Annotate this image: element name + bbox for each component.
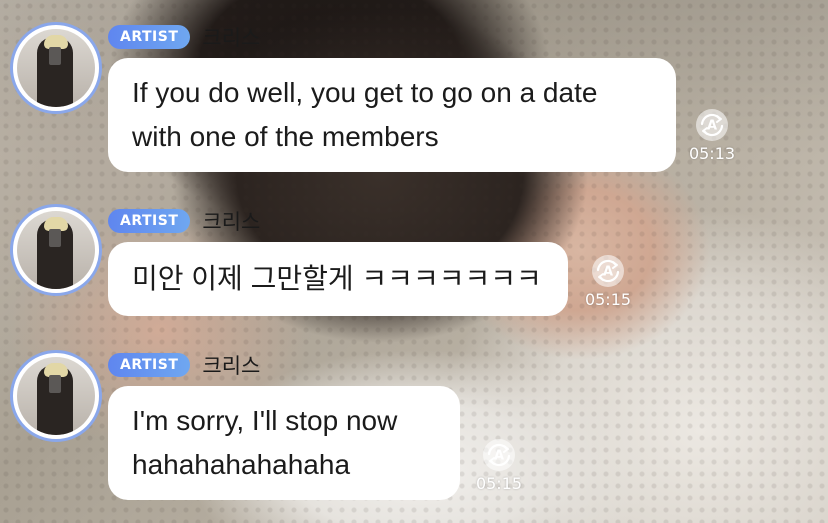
avatar-image — [17, 211, 95, 289]
message-bubble[interactable]: I'm sorry, I'll stop now hahahahahahaha — [108, 386, 460, 500]
message-meta: A 05:15 — [469, 438, 529, 493]
artist-badge: ARTIST — [108, 353, 191, 377]
message-meta: A 05:13 — [682, 108, 742, 163]
message-time: 05:13 — [688, 144, 736, 163]
message-bubble[interactable]: 미안 이제 그만할게 ㅋㅋㅋㅋㅋㅋㅋ — [108, 242, 568, 316]
svg-text:A: A — [707, 119, 717, 134]
sender-name[interactable]: 크리스 — [202, 350, 260, 380]
avatar-image — [17, 29, 95, 107]
message-bubble[interactable]: If you do well, you get to go on a date … — [108, 58, 676, 172]
translate-icon[interactable]: A — [591, 254, 625, 288]
avatar-phone — [49, 375, 61, 393]
message-meta: A 05:15 — [578, 254, 638, 309]
message-header: ARTIST 크리스 — [108, 22, 260, 52]
avatar-phone — [49, 47, 61, 65]
sender-name[interactable]: 크리스 — [202, 206, 260, 236]
message-text: I'm sorry, I'll stop now hahahahahahaha — [132, 405, 398, 480]
avatar[interactable] — [10, 204, 102, 296]
translate-icon[interactable]: A — [482, 438, 516, 472]
artist-badge: ARTIST — [108, 25, 191, 49]
message-text: 미안 이제 그만할게 ㅋㅋㅋㅋㅋㅋㅋ — [132, 263, 542, 294]
sender-name[interactable]: 크리스 — [202, 22, 260, 52]
svg-text:A: A — [603, 265, 613, 280]
avatar[interactable] — [10, 350, 102, 442]
svg-text:A: A — [494, 449, 504, 464]
avatar[interactable] — [10, 22, 102, 114]
avatar-phone — [49, 229, 61, 247]
artist-badge: ARTIST — [108, 209, 191, 233]
avatar-image — [17, 357, 95, 435]
translate-icon[interactable]: A — [695, 108, 729, 142]
message-time: 05:15 — [475, 474, 523, 493]
message-text: If you do well, you get to go on a date … — [132, 77, 598, 152]
message-header: ARTIST 크리스 — [108, 350, 260, 380]
message-time: 05:15 — [584, 290, 632, 309]
message-header: ARTIST 크리스 — [108, 206, 260, 236]
